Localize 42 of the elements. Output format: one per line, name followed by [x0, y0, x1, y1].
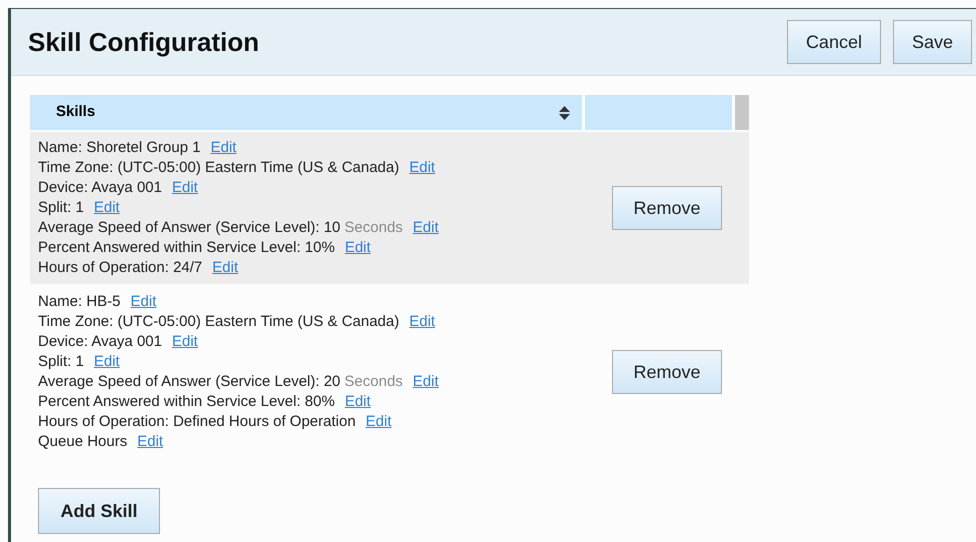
edit-link[interactable]: Edit: [412, 218, 439, 238]
sort-icon[interactable]: [559, 106, 570, 120]
edit-link[interactable]: Edit: [412, 372, 439, 392]
skill-detail: Time Zone: (UTC-05:00) Eastern Time (US & Canada): [38, 312, 400, 332]
skill-detail: Hours of Operation: 24/7: [38, 258, 202, 278]
edit-link[interactable]: Edit: [366, 412, 392, 432]
remove-button[interactable]: Remove: [612, 350, 722, 394]
edit-link[interactable]: Edit: [409, 158, 436, 178]
save-button[interactable]: Save: [892, 20, 972, 64]
skill-detail: Name: Shoretel Group 1: [38, 138, 201, 158]
edit-link[interactable]: Edit: [137, 432, 164, 452]
skill-detail: Percent Answered within Service Level: 80%: [38, 392, 335, 412]
page-title: Skill Configuration: [28, 26, 260, 58]
skill-detail: Name: HB-5: [38, 292, 121, 312]
skill-detail: Split: 1: [38, 352, 84, 372]
edit-link[interactable]: Edit: [409, 312, 436, 332]
edit-link[interactable]: Edit: [210, 138, 236, 158]
unit-label: Seconds: [344, 218, 403, 238]
skill-detail: Average Speed of Answer (Service Level): 10: [38, 218, 340, 238]
skill-detail: Average Speed of Answer (Service Level): 20: [38, 372, 340, 392]
edit-link[interactable]: Edit: [172, 332, 198, 352]
skill-detail: Percent Answered within Service Level: 10%: [38, 238, 335, 258]
unit-label: Seconds: [344, 372, 403, 392]
column-header[interactable]: Skills: [30, 95, 582, 130]
skill-detail: Time Zone: (UTC-05:00) Eastern Time (US & Canada): [38, 158, 400, 178]
skill-detail: Split: 1: [38, 198, 84, 218]
skill-detail: Device: Avaya 001: [38, 178, 162, 198]
skill-detail: Device: Avaya 001: [38, 332, 162, 352]
skill-detail: Queue Hours: [38, 432, 128, 452]
edit-link[interactable]: Edit: [344, 392, 371, 412]
scrollbar-thumb[interactable]: [735, 95, 749, 130]
edit-link[interactable]: Edit: [344, 238, 371, 258]
edit-link[interactable]: Edit: [172, 178, 198, 198]
edit-link[interactable]: Edit: [212, 258, 238, 278]
edit-link[interactable]: Edit: [130, 292, 156, 312]
remove-button[interactable]: Remove: [612, 186, 722, 230]
edit-link[interactable]: Edit: [94, 352, 120, 372]
column-title: Skills: [56, 102, 96, 122]
skill-detail: Hours of Operation: Defined Hours of Operation: [38, 412, 356, 432]
add-skill-button[interactable]: Add Skill: [38, 488, 160, 534]
edit-link[interactable]: Edit: [94, 198, 120, 218]
cancel-button[interactable]: Cancel: [786, 20, 881, 64]
